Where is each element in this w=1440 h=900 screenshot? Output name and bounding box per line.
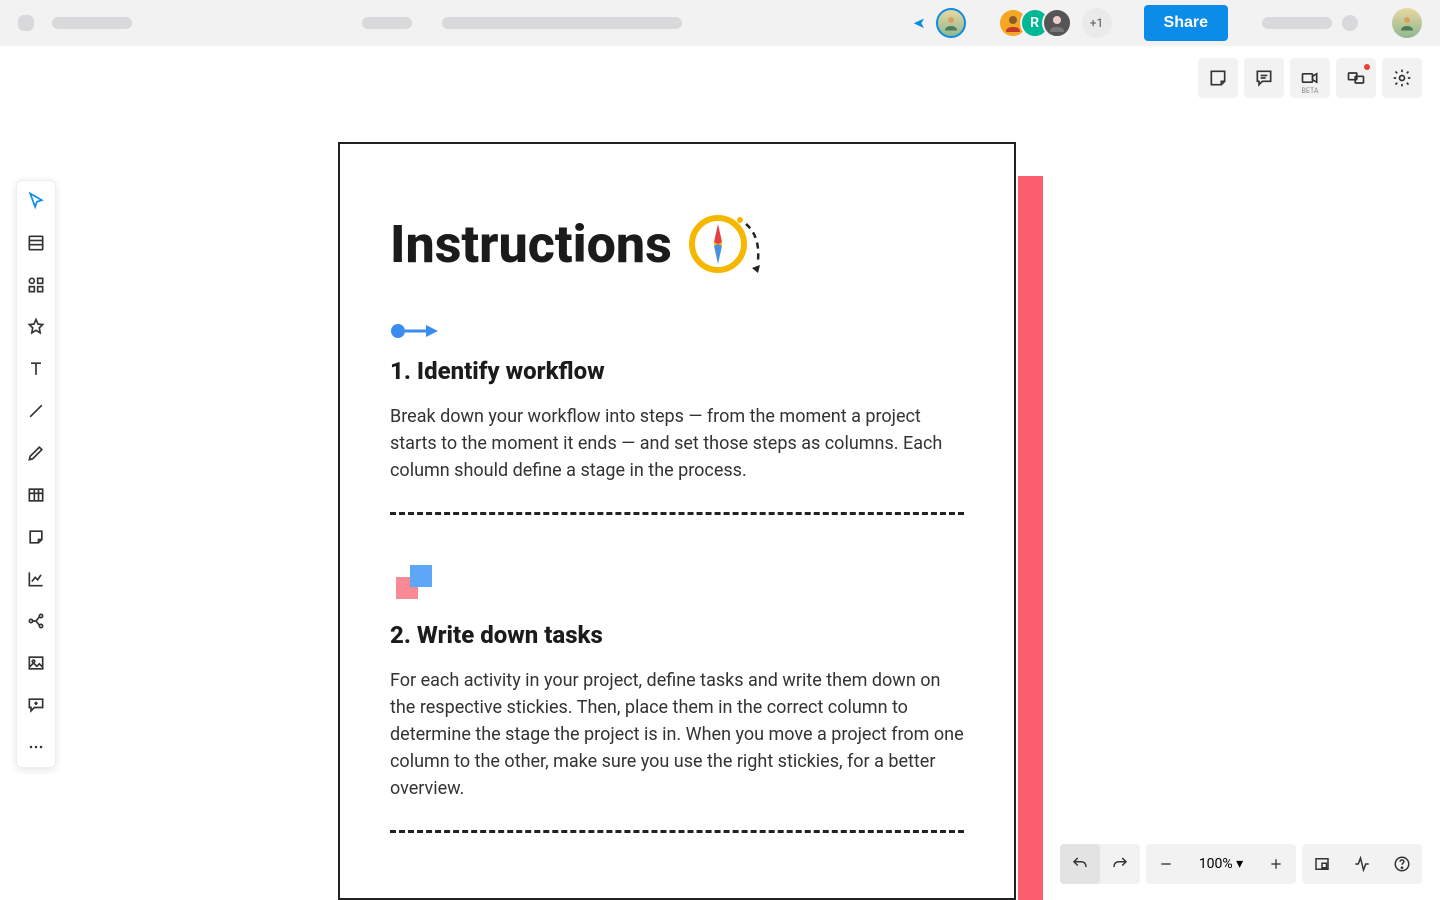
text-tool[interactable] — [24, 357, 48, 381]
avatar-current-user[interactable] — [936, 8, 966, 38]
section-2: 2. Write down tasks For each activity in… — [390, 563, 964, 833]
share-button[interactable]: Share — [1144, 5, 1228, 41]
redo-button[interactable] — [1100, 844, 1140, 884]
beta-label: BETA — [1302, 87, 1319, 95]
undo-button[interactable] — [1060, 844, 1100, 884]
presence-cursor-icon: ➤ — [913, 14, 926, 32]
instructions-frame[interactable]: Instructions 1. Identify workflow Break … — [338, 142, 1016, 900]
image-tool[interactable] — [24, 651, 48, 675]
title-placeholder-1 — [362, 17, 412, 29]
comment-tool[interactable] — [24, 693, 48, 717]
sticky-tool[interactable] — [24, 525, 48, 549]
canvas-accent-strip — [1018, 176, 1043, 900]
left-tool-toolbar — [16, 180, 56, 768]
collaborator-overflow-count[interactable]: +1 — [1082, 8, 1112, 38]
zoom-out-button[interactable] — [1146, 844, 1186, 884]
section-1-heading: 1. Identify workflow — [390, 357, 964, 385]
section-divider — [390, 512, 964, 515]
bottom-toolbar: 100% ▾ — [1060, 844, 1422, 884]
collaborator-avatars[interactable]: R — [998, 8, 1072, 38]
zoom-in-button[interactable] — [1256, 844, 1296, 884]
settings-button[interactable] — [1382, 58, 1422, 98]
section-2-body: For each activity in your project, defin… — [390, 667, 964, 802]
title-placeholder-2 — [442, 17, 682, 29]
apps-tool[interactable] — [24, 273, 48, 297]
video-button[interactable]: BETA — [1290, 58, 1330, 98]
zoom-level[interactable]: 100% ▾ — [1186, 856, 1256, 872]
help-button[interactable] — [1382, 844, 1422, 884]
right-placeholder-2 — [1342, 15, 1358, 31]
table-tool[interactable] — [24, 483, 48, 507]
compass-icon — [688, 214, 748, 274]
arrow-decoration-icon — [390, 323, 964, 339]
section-divider — [390, 830, 964, 833]
notification-dot — [1364, 64, 1370, 70]
frame-title: Instructions — [390, 214, 672, 275]
activity-button[interactable] — [1342, 844, 1382, 884]
right-action-toolbar: BETA — [1198, 58, 1422, 98]
section-1-body: Break down your workflow into steps — fr… — [390, 403, 964, 484]
mindmap-tool[interactable] — [24, 609, 48, 633]
star-tool[interactable] — [24, 315, 48, 339]
avatar-profile[interactable] — [1392, 8, 1422, 38]
note-button[interactable] — [1198, 58, 1238, 98]
section-1: 1. Identify workflow Break down your wor… — [390, 323, 964, 515]
menu-placeholder[interactable] — [18, 15, 34, 31]
map-button[interactable] — [1302, 844, 1342, 884]
line-tool[interactable] — [24, 399, 48, 423]
pen-tool[interactable] — [24, 441, 48, 465]
collaborator-avatar-3[interactable] — [1042, 8, 1072, 38]
section-2-heading: 2. Write down tasks — [390, 621, 964, 649]
more-tools[interactable] — [24, 735, 48, 759]
select-tool[interactable] — [24, 189, 48, 213]
breadcrumb-placeholder — [52, 17, 132, 29]
templates-tool[interactable] — [24, 231, 48, 255]
top-bar: ➤ R +1 Share — [0, 0, 1440, 46]
right-placeholder-1 — [1262, 17, 1332, 29]
present-button[interactable] — [1336, 58, 1376, 98]
chart-tool[interactable] — [24, 567, 48, 591]
comment-button[interactable] — [1244, 58, 1284, 98]
squares-decoration-icon — [390, 563, 964, 603]
